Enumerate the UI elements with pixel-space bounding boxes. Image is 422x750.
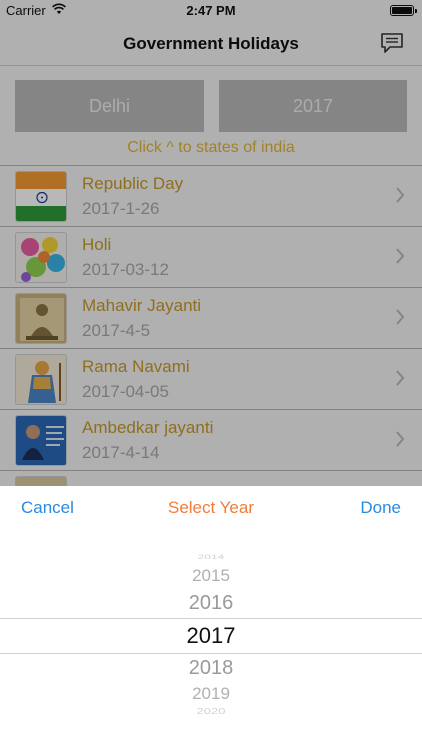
app-screen: Carrier 2:47 PM Government Holidays Delh… (0, 0, 422, 750)
done-button[interactable]: Done (360, 498, 401, 518)
picker-option[interactable]: 2015 (0, 566, 422, 586)
year-picker-wheel[interactable]: 2014 2015 2016 2017 2018 2019 2020 (0, 536, 422, 726)
picker-option[interactable]: 2018 (0, 657, 422, 680)
picker-selection-top-line (0, 618, 422, 619)
picker-option[interactable]: 2020 (0, 707, 422, 716)
picker-option[interactable]: 2016 (0, 592, 422, 615)
picker-option[interactable]: 2014 (0, 553, 422, 561)
picker-option[interactable]: 2019 (0, 684, 422, 704)
picker-option-selected[interactable]: 2017 (0, 623, 422, 649)
year-picker-sheet: Cancel Select Year Done 2014 2015 2016 2… (0, 486, 422, 750)
picker-selection-bottom-line (0, 653, 422, 654)
modal-overlay[interactable] (0, 0, 422, 486)
picker-title: Select Year (167, 498, 254, 517)
